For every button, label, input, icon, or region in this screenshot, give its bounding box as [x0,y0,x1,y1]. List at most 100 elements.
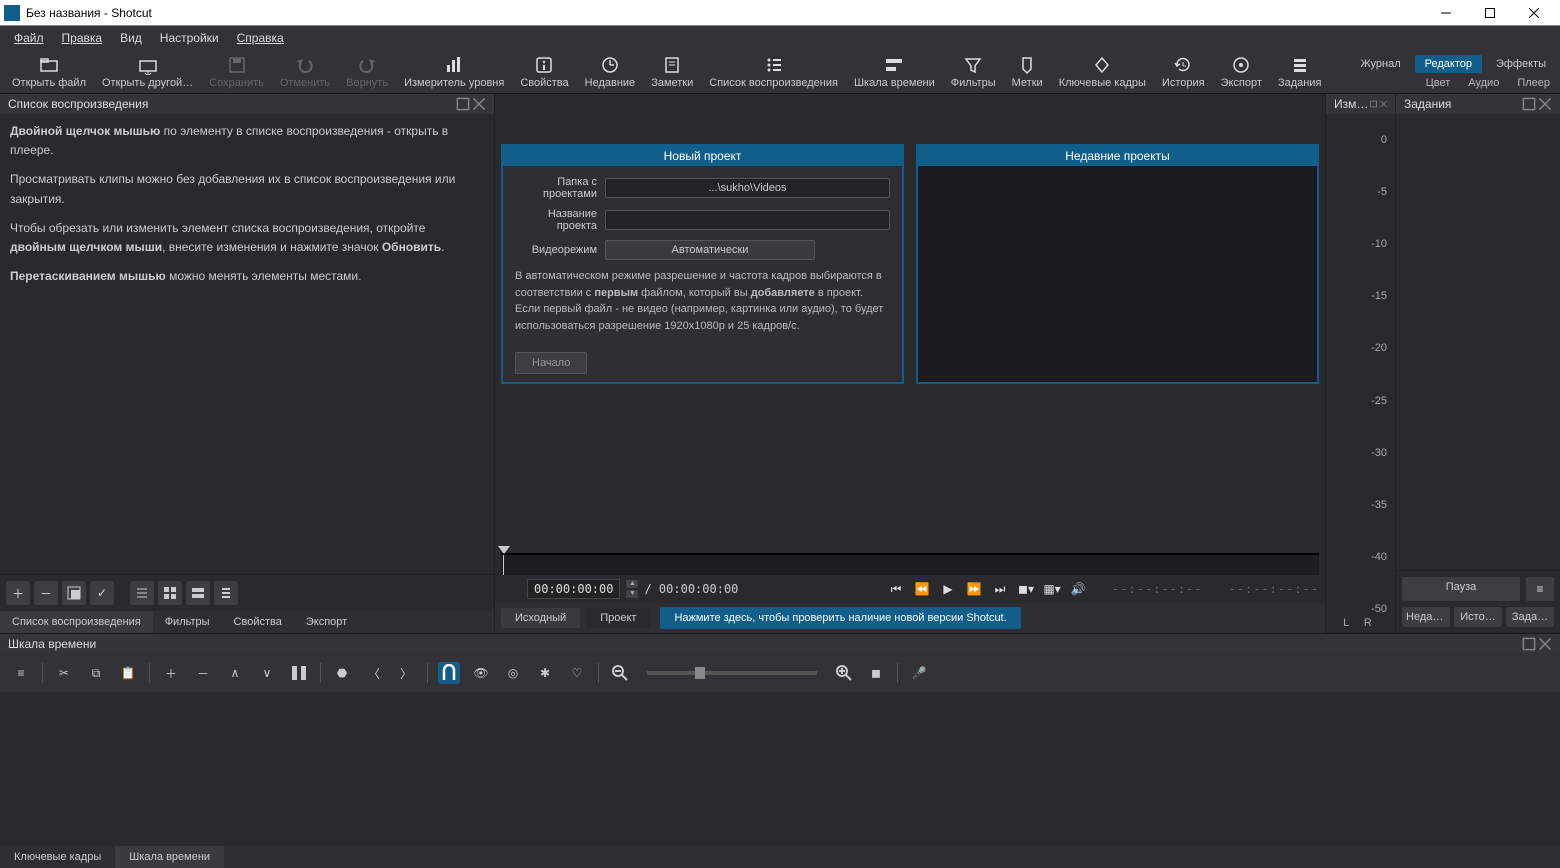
playlist-remove-button[interactable]: － [34,581,58,605]
timeline-tab-timeline[interactable]: Шкала времени [115,846,224,868]
playhead-icon[interactable] [498,546,510,554]
undock-icon[interactable] [1522,97,1536,111]
timeline-tab-keyframes[interactable]: Ключевые кадры [0,846,115,868]
view-grid-button[interactable] [158,581,182,605]
menu-help[interactable]: Справка [229,28,292,48]
toolbar-open-file[interactable]: Открыть файл [4,53,94,91]
menu-view[interactable]: Вид [112,28,150,48]
ripple-markers-icon[interactable]: ♡ [566,662,588,684]
undock-icon[interactable] [456,97,470,111]
minimize-button[interactable] [1424,0,1468,26]
small-tab-audio[interactable]: Аудио [1468,77,1499,89]
zoom-menu-icon[interactable]: ◼▾ [1018,581,1034,597]
playlist-tab-filters[interactable]: Фильтры [153,611,222,633]
grid-menu-icon[interactable]: ▦▾ [1044,581,1060,597]
tasks-tab-history[interactable]: Исто… [1454,607,1502,627]
tasks-menu-button[interactable]: ≡ [1526,577,1554,601]
overwrite-icon[interactable]: ∨ [256,662,278,684]
toolbar-level-meter[interactable]: Измеритель уровня [396,53,512,91]
timecode-spinner[interactable]: ▲▼ [626,579,638,599]
toolbar-history[interactable]: История [1154,53,1213,91]
split-icon[interactable] [288,662,310,684]
copy-icon[interactable]: ⧉ [85,662,107,684]
player-tab-source[interactable]: Исходный [501,608,580,628]
project-name-input[interactable] [605,210,890,230]
project-folder-button[interactable]: ...\sukho\Videos [605,178,890,198]
snap-icon[interactable] [438,662,460,684]
player-tab-project[interactable]: Проект [586,608,650,628]
timecode-current[interactable]: 00:00:00:00 [527,579,620,599]
toolbar-properties[interactable]: Свойства [512,53,576,91]
cut-icon[interactable]: ✂ [53,662,75,684]
zoom-slider[interactable] [647,671,817,675]
toolbar-recent[interactable]: Недавние [577,53,644,91]
close-panel-icon[interactable] [1538,97,1552,111]
start-button[interactable]: Начало [515,352,587,374]
playlist-tab-properties[interactable]: Свойства [222,611,294,633]
menu-edit[interactable]: Правка [54,28,111,48]
ripple-icon[interactable]: ◎ [502,662,524,684]
close-panel-icon[interactable] [1380,97,1387,111]
pause-button[interactable]: Пауза [1402,577,1520,601]
tasks-tab-jobs[interactable]: Зада… [1506,607,1554,627]
skip-end-icon[interactable]: ⏭ [992,581,1008,597]
playlist-tab-export[interactable]: Экспорт [294,611,359,633]
maximize-button[interactable] [1468,0,1512,26]
toolbar-notes[interactable]: Заметки [643,53,701,91]
zoom-in-icon[interactable] [833,662,855,684]
menu-settings[interactable]: Настройки [152,28,227,48]
workspace-tab-log[interactable]: Журнал [1350,55,1410,73]
toolbar-jobs[interactable]: Задания [1270,53,1329,91]
timeline-menu-icon[interactable]: ≡ [10,662,32,684]
menu-file[interactable]: Файл [6,28,52,48]
paste-icon[interactable]: 📋 [117,662,139,684]
undock-icon[interactable] [1522,637,1536,651]
video-mode-select[interactable]: Автоматически [605,240,815,260]
scrub-bar[interactable] [501,553,1319,575]
toolbar-filters[interactable]: Фильтры [943,53,1004,91]
zoom-fit-icon[interactable]: ◼ [865,662,887,684]
timeline-tracks[interactable] [0,692,1560,846]
playlist-add-button[interactable]: ＋ [6,581,30,605]
zoom-out-icon[interactable] [609,662,631,684]
tasks-tab-recent[interactable]: Недавн… [1402,607,1450,627]
workspace-tab-editor[interactable]: Редактор [1415,55,1482,73]
playlist-check-button[interactable]: ✓ [90,581,114,605]
toolbar-playlist[interactable]: Список воспроизведения [701,53,846,91]
close-panel-icon[interactable] [472,97,486,111]
zoom-thumb[interactable] [695,667,705,679]
view-tiles-button[interactable] [186,581,210,605]
view-list-button[interactable] [214,581,238,605]
playlist-update-button[interactable] [62,581,86,605]
toolbar-label: Ключевые кадры [1059,77,1146,89]
toolbar-open-other[interactable]: Открыть другой… [94,53,201,91]
update-banner[interactable]: Нажмите здесь, чтобы проверить наличие н… [660,607,1020,629]
toolbar-export[interactable]: Экспорт [1213,53,1270,91]
close-button[interactable] [1512,0,1556,26]
volume-icon[interactable]: 🔊 [1070,581,1086,597]
scrub-audio-icon[interactable]: 👁 [470,662,492,684]
toolbar-markers[interactable]: Метки [1004,53,1051,91]
small-tab-player[interactable]: Плеер [1517,77,1550,89]
toolbar-timeline[interactable]: Шкала времени [846,53,943,91]
next-marker-icon[interactable]: 〉 [395,662,417,684]
append-icon[interactable]: ＋ [160,662,182,684]
close-panel-icon[interactable] [1538,637,1552,651]
ripple-all-icon[interactable]: ✱ [534,662,556,684]
undock-icon[interactable] [1370,97,1377,111]
playlist-tab-playlist[interactable]: Список воспроизведения [0,611,153,633]
small-tab-color[interactable]: Цвет [1426,77,1451,89]
workspace-tab-effects[interactable]: Эффекты [1486,55,1556,73]
view-detail-button[interactable] [130,581,154,605]
rewind-icon[interactable]: ⏪ [914,581,930,597]
play-icon[interactable]: ▶ [940,581,956,597]
remove-icon[interactable]: － [192,662,214,684]
skip-start-icon[interactable]: ⏮ [888,581,904,597]
toolbar-keyframes[interactable]: Ключевые кадры [1051,53,1154,91]
prev-marker-icon[interactable]: 〈 [363,662,385,684]
marker-icon[interactable]: ⬣ [331,662,353,684]
record-audio-icon[interactable]: 🎤 [908,662,930,684]
lift-icon[interactable]: ∧ [224,662,246,684]
recent-projects-list[interactable] [918,166,1317,382]
fast-forward-icon[interactable]: ⏩ [966,581,982,597]
